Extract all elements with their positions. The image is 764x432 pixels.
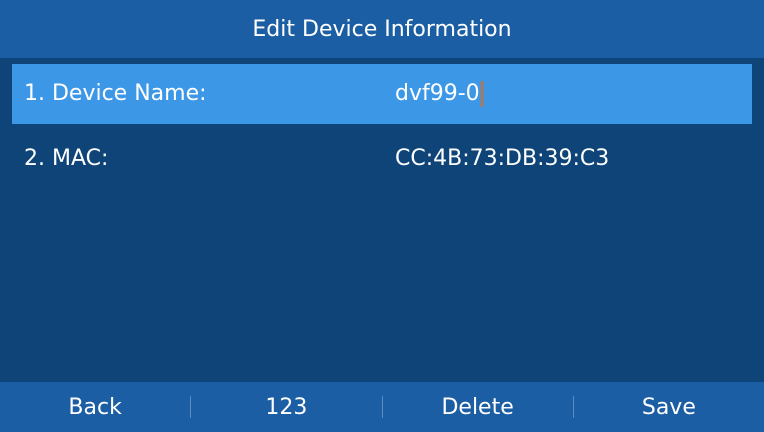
page-title: Edit Device Information bbox=[252, 16, 512, 42]
mac-row[interactable]: 2. MAC: CC:4B:73:DB:39:C3 bbox=[12, 129, 752, 189]
back-label: Back bbox=[68, 394, 122, 420]
field-list: 1. Device Name: dvf99-0 2. MAC: CC:4B:73… bbox=[0, 58, 764, 382]
device-name-value: dvf99-0 bbox=[395, 81, 480, 106]
input-mode-softkey[interactable]: 123 bbox=[191, 382, 381, 432]
mac-value: CC:4B:73:DB:39:C3 bbox=[395, 146, 610, 171]
device-name-input[interactable]: dvf99-0 bbox=[395, 64, 483, 124]
input-mode-label: 123 bbox=[265, 394, 308, 420]
device-name-label: 1. Device Name: bbox=[24, 81, 207, 106]
mac-label: 2. MAC: bbox=[24, 146, 109, 171]
softkey-bar: Back 123 Delete Save bbox=[0, 382, 764, 432]
back-softkey[interactable]: Back bbox=[0, 382, 190, 432]
delete-softkey[interactable]: Delete bbox=[383, 382, 573, 432]
save-softkey[interactable]: Save bbox=[574, 382, 764, 432]
title-bar: Edit Device Information bbox=[0, 0, 764, 58]
delete-label: Delete bbox=[441, 394, 514, 420]
text-cursor bbox=[480, 81, 483, 107]
phone-screen: Edit Device Information 1. Device Name: … bbox=[0, 0, 764, 432]
save-label: Save bbox=[641, 394, 696, 420]
device-name-row[interactable]: 1. Device Name: dvf99-0 bbox=[12, 64, 752, 124]
